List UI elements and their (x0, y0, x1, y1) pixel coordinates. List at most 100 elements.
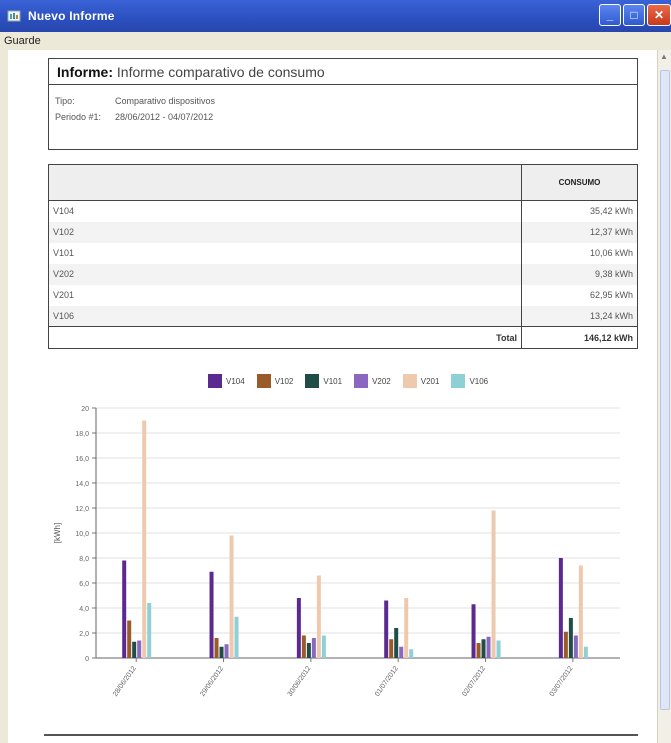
legend-swatch (354, 374, 369, 388)
report-label: Informe: (57, 64, 113, 80)
x-tick-label: 02/07/2012 (461, 665, 487, 698)
y-tick-label: 0 (85, 656, 89, 663)
menu-bar: Guarde (0, 32, 671, 50)
bar-v201 (404, 598, 409, 658)
bar-v102 (476, 643, 481, 658)
period-label: Periodo #1: (55, 112, 102, 122)
row-name: V101 (53, 248, 75, 258)
bar-v106 (147, 603, 152, 658)
x-tick-label: 30/06/2012 (287, 665, 313, 698)
scrollbar-thumb[interactable] (660, 70, 670, 710)
y-tick-label: 14,0 (75, 481, 89, 488)
chart-legend: V104 V102 V101 V202 V201 V106 (208, 374, 488, 388)
legend-swatch (208, 374, 222, 388)
legend-label: V102 (274, 376, 294, 386)
legend-item: V106 (451, 374, 488, 388)
table-header-row: CONSUMO (48, 164, 638, 201)
legend-label: V101 (323, 376, 343, 386)
bar-v201 (142, 420, 147, 658)
bar-v104 (122, 560, 127, 658)
bar-v104 (296, 598, 301, 658)
table-row: V106 13,24 kWh (48, 305, 638, 327)
close-button[interactable]: ✕ (647, 4, 671, 26)
table-row: V102 12,37 kWh (48, 221, 638, 243)
bar-v202 (486, 636, 491, 658)
period-value: 28/06/2012 - 04/07/2012 (115, 112, 214, 122)
legend-label: V201 (420, 376, 440, 386)
legend-swatch (402, 374, 417, 388)
window-left-border (0, 50, 8, 743)
report-header: Informe: Informe comparativo de consumo … (48, 58, 638, 150)
row-name: V104 (53, 206, 75, 217)
row-value: 9,38 kWh (521, 263, 638, 285)
vertical-scrollbar[interactable]: ▲ (657, 50, 671, 743)
scroll-up-icon[interactable]: ▲ (660, 52, 668, 61)
legend-swatch (305, 374, 320, 388)
legend-swatch (256, 374, 271, 388)
row-value: 35,42 kWh (521, 200, 638, 222)
bar-v101 (481, 639, 486, 658)
y-axis-label: [kWh] (53, 523, 62, 543)
y-tick-label: 18,0 (75, 431, 89, 438)
bar-v104 (384, 600, 389, 658)
y-tick-label: 16,0 (75, 456, 89, 463)
bar-v202 (137, 640, 142, 658)
bar-v202 (224, 644, 229, 658)
bar-v101 (132, 641, 137, 658)
table-total-row: Total 146,12 kWh (48, 326, 638, 349)
minimize-button[interactable]: _ (599, 4, 621, 26)
y-tick-label: 2,0 (79, 631, 89, 638)
maximize-button[interactable]: □ (623, 4, 645, 26)
legend-label: V106 (469, 376, 489, 386)
bar-v201 (491, 510, 496, 658)
row-name: V202 (48, 263, 522, 285)
page-bottom-divider (44, 734, 638, 736)
bar-v201 (316, 575, 321, 658)
bar-v102 (214, 638, 219, 658)
report-title: Informe comparativo de consumo (116, 64, 325, 80)
window-titlebar: Nuevo Informe _ □ ✕ (0, 0, 671, 32)
bar-v106 (583, 646, 588, 658)
bar-v202 (399, 646, 404, 658)
bar-v101 (306, 643, 311, 658)
legend-item: V201 (402, 374, 440, 388)
bar-v106 (409, 649, 414, 658)
bar-v102 (563, 631, 568, 658)
row-name: V201 (53, 290, 75, 300)
row-value: 12,37 kWh (521, 221, 638, 243)
app-icon (7, 10, 21, 22)
legend-item: V101 (305, 374, 342, 388)
x-tick-label: 01/07/2012 (374, 665, 400, 698)
legend-label: V202 (372, 376, 391, 386)
bar-v202 (311, 638, 316, 658)
report-meta: Tipo: Comparativo dispositivos Periodo #… (49, 85, 637, 125)
x-tick-label: 29/06/2012 (199, 665, 225, 698)
meta-type-row: Tipo: Comparativo dispositivos (55, 93, 637, 109)
table-row: V201 62,95 kWh (49, 284, 638, 306)
legend-swatch (451, 374, 466, 388)
type-value: Comparativo dispositivos (115, 96, 216, 106)
y-tick-label: 12,0 (75, 506, 89, 513)
menu-item-guarde[interactable]: Guarde (4, 35, 41, 47)
window-title: Nuevo Informe (28, 9, 115, 23)
y-tick-label: 10,0 (75, 531, 89, 538)
x-tick-label: 28/06/2012 (112, 665, 138, 698)
report-title-row: Informe: Informe comparativo de consumo (49, 59, 637, 85)
legend-label: V104 (226, 376, 245, 386)
row-value: 10,06 kWh (521, 242, 638, 264)
bar-v106 (496, 640, 501, 658)
consumption-bar-chart: 0 2,0 4,0 6,0 8,0 10,0 12,0 14,0 16,0 18,0 20 [kWh]… (53, 406, 620, 698)
y-tick-label: 20 (81, 406, 89, 413)
window-controls: _ □ ✕ (599, 4, 671, 26)
bar-v201 (229, 535, 234, 658)
y-tick-label: 8,0 (79, 556, 89, 563)
row-value: 62,95 kWh (521, 284, 638, 306)
bar-v102 (389, 639, 394, 658)
total-label: Total (48, 326, 522, 349)
bar-v104 (471, 604, 476, 658)
bar-v101 (219, 646, 224, 658)
legend-item: V202 (354, 374, 391, 388)
table-row: V101 10,06 kWh (49, 242, 638, 264)
y-tick-label: 6,0 (79, 581, 89, 588)
bar-v106 (234, 616, 239, 658)
